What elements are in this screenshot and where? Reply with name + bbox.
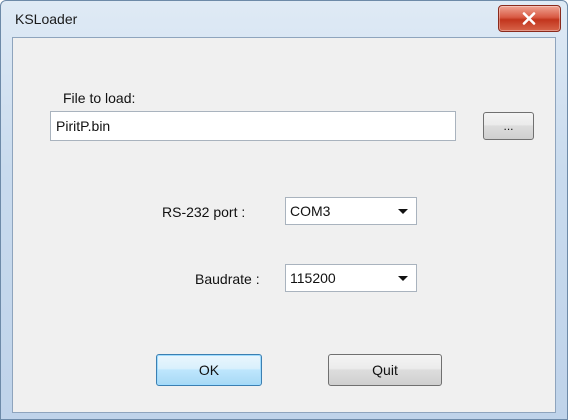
close-icon [522, 12, 536, 25]
ksloader-window: KSLoader File to load: ... RS-232 port :… [0, 0, 568, 420]
file-to-load-label: File to load: [63, 90, 136, 106]
window-title: KSLoader [15, 11, 78, 27]
rs232-port-value: COM3 [290, 203, 331, 219]
close-button[interactable] [498, 5, 561, 32]
chevron-down-icon[interactable] [398, 209, 408, 214]
file-path-input[interactable] [50, 111, 456, 141]
baudrate-value: 115200 [290, 270, 336, 286]
quit-button[interactable]: Quit [328, 354, 442, 386]
chevron-down-icon[interactable] [398, 276, 408, 281]
rs232-port-select[interactable]: COM3 [285, 197, 417, 225]
baudrate-label: Baudrate : [195, 271, 260, 287]
ok-button[interactable]: OK [156, 354, 262, 386]
title-bar[interactable]: KSLoader [1, 1, 567, 37]
browse-button[interactable]: ... [483, 112, 534, 140]
dialog-body: File to load: ... RS-232 port : COM3 Bau… [12, 37, 556, 413]
rs232-port-label: RS-232 port : [162, 204, 246, 220]
baudrate-select[interactable]: 115200 [285, 264, 417, 292]
